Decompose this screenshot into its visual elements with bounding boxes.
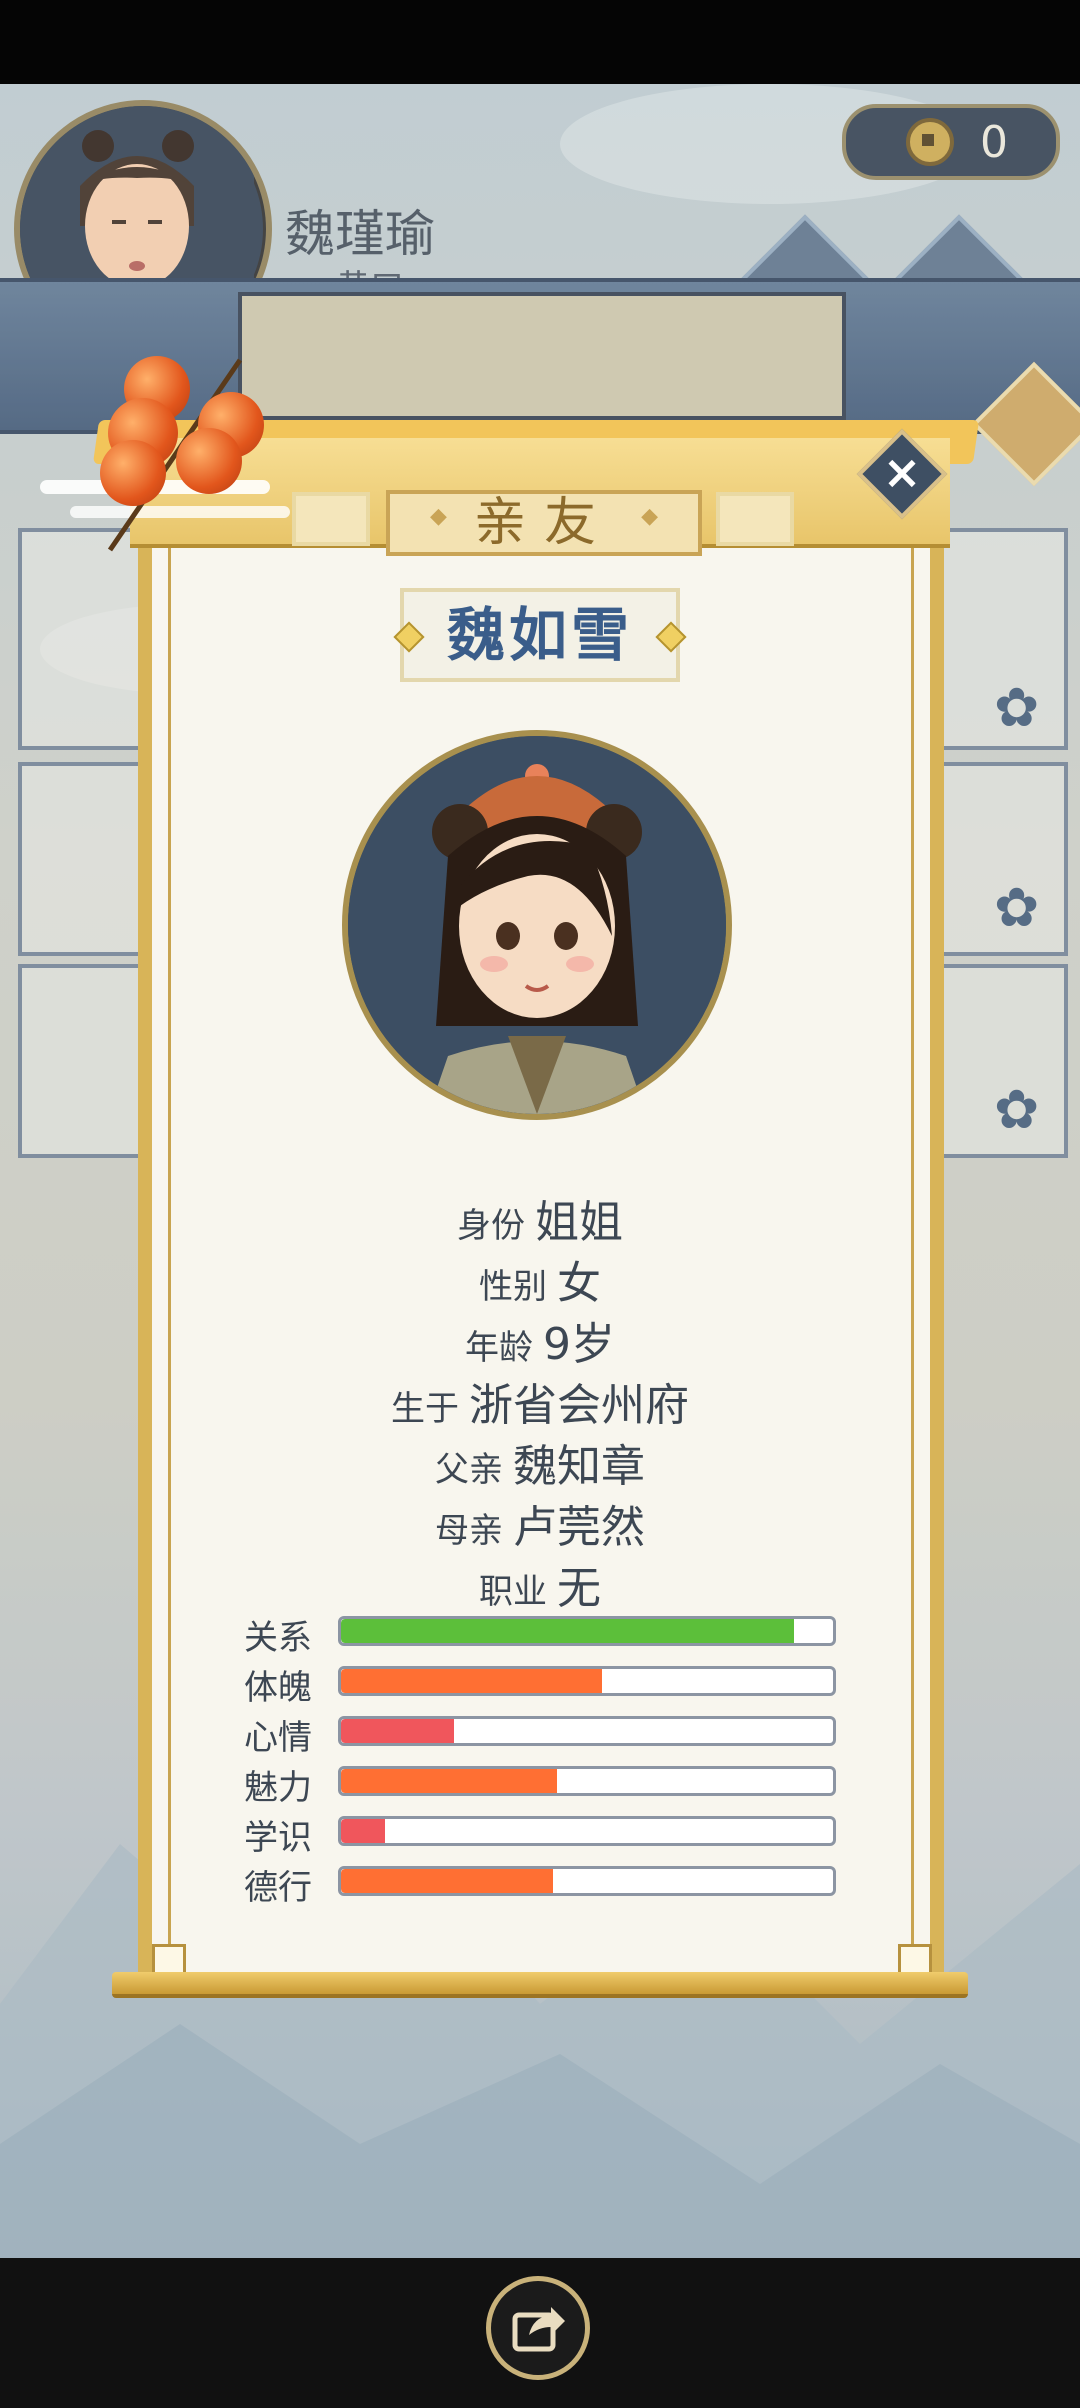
- header-slot: [716, 492, 794, 546]
- stat-bar-mood: [338, 1716, 836, 1746]
- scroll-rod-bottom: [112, 1972, 968, 1998]
- stat-bar-physique: [338, 1666, 836, 1696]
- info-key: 父亲: [435, 1450, 503, 1490]
- stat-fill: [341, 1719, 455, 1743]
- stat-fill: [341, 1869, 553, 1893]
- modal-title-plaque: 亲友: [386, 490, 702, 556]
- info-value: 姐姐: [535, 1197, 623, 1248]
- stat-fill: [341, 1769, 558, 1793]
- modal-title: 亲友: [473, 493, 614, 553]
- info-key: 生于: [391, 1389, 459, 1429]
- stat-label-charm: 魅力: [244, 1768, 312, 1808]
- candy-icon: [100, 440, 166, 506]
- close-icon[interactable]: ×: [870, 440, 934, 504]
- info-key: 母亲: [435, 1511, 503, 1551]
- info-row-father: 父亲 魏知章: [0, 1430, 1080, 1494]
- person-name-badge: 魏如雪: [393, 588, 687, 682]
- info-value: 卢莞然: [513, 1502, 645, 1553]
- info-row-occupation: 职业无: [0, 1552, 1080, 1616]
- stat-label-relationship: 关系: [244, 1618, 312, 1658]
- share-button[interactable]: [486, 2276, 590, 2380]
- stat-bar-virtue: [338, 1866, 836, 1896]
- stat-bar-knowledge: [338, 1816, 836, 1846]
- info-value: 9岁: [543, 1319, 615, 1370]
- stat-bar-relationship: [338, 1616, 836, 1646]
- info-row-age: 年龄 9岁: [0, 1308, 1080, 1372]
- info-key: 职业: [479, 1572, 547, 1612]
- candy-icon: [176, 428, 242, 494]
- info-key: 年龄: [465, 1328, 533, 1368]
- stat-label-virtue: 德行: [244, 1868, 312, 1908]
- stat-fill: [341, 1669, 602, 1693]
- info-key: 身份: [457, 1206, 525, 1246]
- person-name: 魏如雪: [446, 601, 633, 669]
- stat-label-physique: 体魄: [244, 1668, 312, 1708]
- info-row-birthplace: 生于 浙省会州府: [0, 1369, 1080, 1433]
- info-value: 女: [557, 1258, 601, 1309]
- info-value: 无: [557, 1563, 601, 1614]
- stat-label-mood: 心情: [244, 1718, 312, 1758]
- share-icon: [512, 2307, 565, 2352]
- person-portrait: [342, 730, 732, 1120]
- info-value: 浙省会州府: [469, 1380, 689, 1431]
- info-row-gender: 性别女: [0, 1247, 1080, 1311]
- info-value: 魏知章: [513, 1441, 645, 1492]
- stat-fill: [341, 1619, 794, 1643]
- stat-fill: [341, 1819, 386, 1843]
- status-bar: [0, 0, 1080, 84]
- info-row-mother: 母亲 卢莞然: [0, 1491, 1080, 1555]
- info-key: 性别: [479, 1267, 547, 1307]
- stat-bar-charm: [338, 1766, 836, 1796]
- stat-label-knowledge: 学识: [244, 1818, 312, 1858]
- info-row-identity: 身份 姐姐: [0, 1186, 1080, 1250]
